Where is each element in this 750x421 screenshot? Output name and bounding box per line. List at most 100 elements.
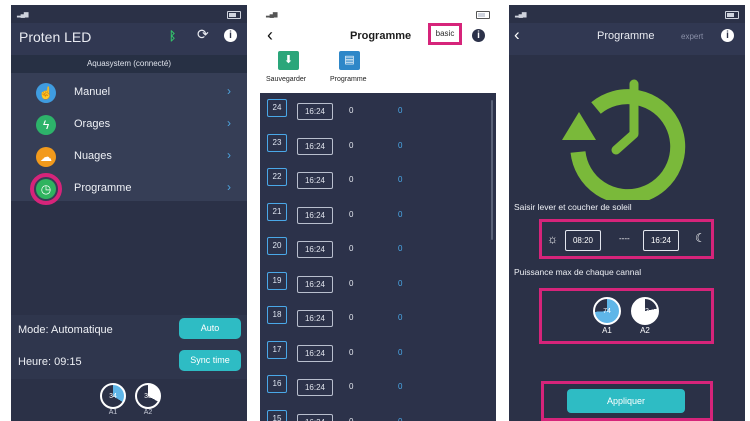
back-icon[interactable]: ‹ (267, 25, 273, 46)
chevron-right-icon: › (227, 116, 231, 130)
sun-section-label: Saisir lever et coucher de soleil (514, 202, 632, 212)
program-label[interactable]: Programme (330, 76, 367, 83)
row-time-input[interactable]: 16:24 (297, 241, 333, 258)
menu-item-label: Orages (74, 118, 111, 130)
row-value-b: 0 (398, 244, 403, 253)
row-time-input[interactable]: 16:24 (297, 310, 333, 327)
row-value-a: 0 (349, 140, 354, 150)
expert-mode-button[interactable]: expert (681, 32, 703, 41)
back-icon[interactable]: ‹ (514, 25, 520, 45)
program-row[interactable]: 22 16:24 0 0 (260, 166, 496, 200)
row-number: 16 (267, 375, 287, 393)
row-time-input[interactable]: 16:24 (297, 379, 333, 396)
save-icon[interactable]: ⬇ (278, 51, 299, 70)
program-row[interactable]: 24 16:24 0 0 (260, 97, 496, 131)
channel-gauge-a2[interactable]: 22 (631, 297, 659, 325)
row-number: 19 (267, 271, 287, 290)
page-title: Programme (597, 30, 655, 42)
cloud-icon: ☁ (36, 147, 56, 167)
row-value-a: 0 (349, 244, 354, 253)
menu-item-nuages[interactable]: ☁ Nuages › (11, 140, 247, 172)
status-bar: ▂▄▆ (509, 5, 745, 23)
gauge-caption-a2: A2 (143, 409, 153, 416)
row-number: 17 (267, 340, 287, 359)
toolbar: ⬇ Sauvegarder ▤ Programme (260, 49, 496, 93)
channel-gauge-a1[interactable]: 74 (593, 297, 621, 325)
row-number: 18 (267, 306, 287, 324)
app-title: Proten LED (19, 29, 92, 45)
sync-time-button[interactable]: Sync time (179, 350, 241, 371)
hand-icon: ☝ (36, 83, 56, 103)
menu-item-manuel[interactable]: ☝ Manuel › (11, 76, 247, 108)
phone-screen-home: ▂▄▆ Proten LED ᛒ ⟳ i Aquasystem (connect… (11, 5, 247, 421)
program-row[interactable]: 23 16:24 0 0 (260, 132, 496, 166)
row-value-b: 0 (398, 347, 403, 357)
chevron-right-icon: › (227, 148, 231, 162)
channel-gauge-a2[interactable]: 33 (135, 383, 161, 409)
page-title: Programme (350, 30, 412, 42)
info-icon[interactable]: i (224, 29, 237, 42)
row-value-a: 0 (349, 347, 354, 357)
row-value-a: 0 (349, 382, 354, 391)
scrollbar[interactable] (491, 100, 493, 240)
info-icon[interactable]: i (472, 29, 485, 42)
gauge-caption-a2: A2 (640, 326, 650, 335)
refresh-icon[interactable]: ⟳ (197, 26, 209, 43)
menu-item-label: Programme (74, 182, 132, 194)
basic-mode-button[interactable]: basic (428, 23, 462, 45)
lightning-icon: ϟ (36, 115, 56, 135)
program-row[interactable]: 21 16:24 0 0 (260, 201, 496, 235)
info-icon[interactable]: i (721, 29, 734, 42)
row-time-input[interactable]: 16:24 (297, 103, 333, 120)
program-row[interactable]: 17 16:24 0 0 (260, 339, 496, 373)
row-time-input[interactable]: 16:24 (297, 137, 333, 155)
program-row[interactable]: 15 16:24 0 0 (260, 408, 496, 421)
row-time-input[interactable]: 16:24 (297, 275, 333, 293)
auto-button[interactable]: Auto (179, 318, 241, 339)
row-time-input[interactable]: 16:24 (297, 172, 333, 189)
highlight-box (539, 288, 714, 344)
row-number: 20 (267, 237, 287, 255)
battery-icon (476, 11, 490, 19)
sunrise-input[interactable]: 08:20 (565, 230, 601, 251)
row-value-b: 0 (398, 278, 403, 288)
main-menu: ☝ Manuel › ϟ Orages › ☁ Nuages › ◷ Progr… (11, 73, 247, 205)
program-row[interactable]: 18 16:24 0 0 (260, 304, 496, 338)
row-value-b: 0 (398, 175, 403, 184)
program-row[interactable]: 20 16:24 0 0 (260, 235, 496, 269)
mode-row: Mode: Automatique Auto (11, 315, 247, 345)
gauge-caption-a1: A1 (108, 409, 118, 416)
program-row[interactable]: 19 16:24 0 0 (260, 270, 496, 304)
row-value-a: 0 (349, 278, 354, 288)
mode-value: Automatique (51, 324, 113, 336)
signal-icon: ▂▄▆ (266, 12, 278, 18)
status-bar: ▂▄▆ (260, 5, 496, 23)
program-row[interactable]: 16 16:24 0 0 (260, 373, 496, 407)
signal-icon: ▂▄▆ (17, 12, 29, 18)
clock-icon: ◷ (36, 179, 56, 199)
bluetooth-icon: ᛒ (169, 29, 177, 43)
row-number: 15 (267, 409, 287, 421)
row-number: 23 (267, 133, 287, 152)
gauge-caption-a1: A1 (602, 326, 612, 335)
menu-item-orages[interactable]: ϟ Orages › (11, 108, 247, 140)
gauge-value: 74 (603, 308, 611, 315)
sunset-input[interactable]: 16:24 (643, 230, 679, 251)
row-time-input[interactable]: 16:24 (297, 206, 333, 224)
row-time-input[interactable]: 16:24 (297, 413, 333, 421)
connection-status: Aquasystem (connecté) (11, 55, 247, 73)
row-value-a: 0 (349, 416, 354, 421)
chevron-right-icon: › (227, 84, 231, 98)
row-value-b: 0 (398, 140, 403, 150)
menu-item-programme[interactable]: ◷ Programme › (11, 172, 247, 205)
status-bar: ▂▄▆ (11, 5, 247, 23)
program-icon[interactable]: ▤ (339, 51, 360, 70)
clock-history-icon (562, 79, 686, 200)
row-value-b: 0 (398, 416, 403, 421)
row-time-input[interactable]: 16:24 (297, 344, 333, 362)
channel-gauge-a1[interactable]: 34 (100, 383, 126, 409)
row-number: 21 (267, 202, 287, 221)
save-label[interactable]: Sauvegarder (266, 76, 306, 83)
apply-button[interactable]: Appliquer (567, 389, 685, 413)
row-value-a: 0 (349, 175, 354, 184)
